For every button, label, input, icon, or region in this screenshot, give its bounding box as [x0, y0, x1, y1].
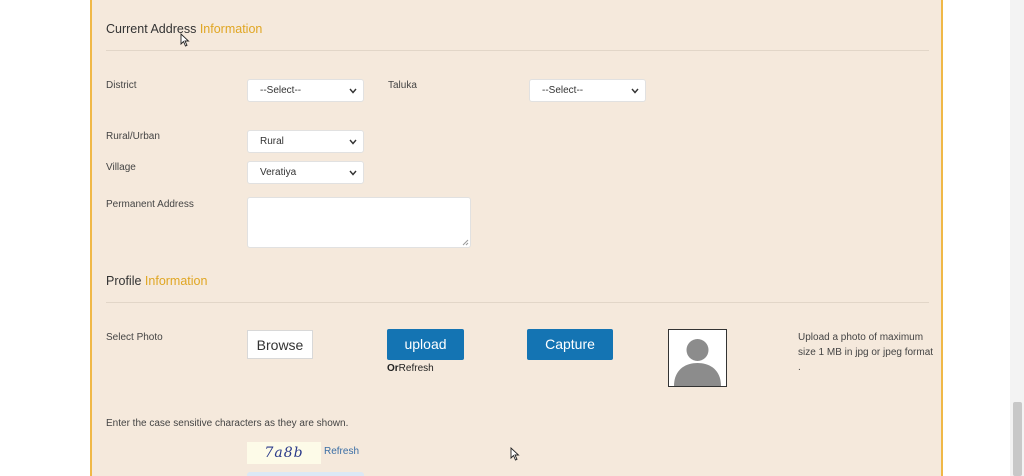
- permanent-address-label: Permanent Address: [106, 199, 194, 210]
- profile-title-text: Profile: [106, 274, 142, 288]
- captcha-image: 7a8b: [247, 442, 321, 464]
- or-refresh-text: OrRefresh: [387, 361, 434, 376]
- chevron-down-icon: [631, 88, 639, 94]
- village-select[interactable]: Veratiya: [247, 161, 364, 184]
- taluka-select-value: --Select--: [542, 85, 584, 96]
- chevron-down-icon: [349, 170, 357, 176]
- current-address-title-accent: Information: [199, 22, 263, 36]
- taluka-label: Taluka: [388, 80, 417, 91]
- photo-preview: [668, 329, 727, 387]
- captcha-instruction: Enter the case sensitive characters as t…: [106, 418, 349, 429]
- district-select-value: --Select--: [260, 85, 302, 96]
- capture-button[interactable]: Capture: [527, 329, 613, 360]
- refresh-link[interactable]: Refresh: [399, 363, 434, 374]
- scrollbar-thumb[interactable]: [1013, 402, 1022, 476]
- rural-urban-label: Rural/Urban: [106, 131, 160, 142]
- captcha-refresh-link[interactable]: Refresh: [324, 446, 359, 457]
- mouse-pointer-icon: [510, 447, 520, 461]
- taluka-select[interactable]: --Select--: [529, 79, 646, 102]
- select-photo-label: Select Photo: [106, 332, 163, 343]
- profile-title-accent: Information: [144, 274, 208, 288]
- upload-button[interactable]: upload: [387, 329, 464, 360]
- captcha-input[interactable]: [247, 472, 364, 476]
- chevron-down-icon: [349, 88, 357, 94]
- district-select[interactable]: --Select--: [247, 79, 364, 102]
- photo-hint-text: Upload a photo of maximum size 1 MB in j…: [798, 332, 934, 373]
- mouse-pointer-icon: [180, 33, 190, 47]
- or-label: Or: [387, 363, 399, 374]
- village-select-value: Veratiya: [260, 167, 297, 178]
- section-divider: [106, 50, 929, 51]
- profile-title: Profile Information: [106, 274, 207, 288]
- district-label: District: [106, 80, 137, 91]
- page: Current Address Information District --S…: [0, 0, 1024, 476]
- user-avatar-icon: [674, 339, 721, 386]
- permanent-address-textarea[interactable]: [247, 197, 471, 248]
- rural-urban-select[interactable]: Rural: [247, 130, 364, 153]
- form-panel: [90, 0, 943, 476]
- vertical-scrollbar[interactable]: [1010, 0, 1024, 476]
- chevron-down-icon: [349, 139, 357, 145]
- resize-handle-icon[interactable]: [462, 239, 469, 246]
- browse-button[interactable]: Browse: [247, 330, 313, 359]
- village-label: Village: [106, 162, 136, 173]
- section-divider: [106, 302, 929, 303]
- rural-urban-select-value: Rural: [260, 136, 284, 147]
